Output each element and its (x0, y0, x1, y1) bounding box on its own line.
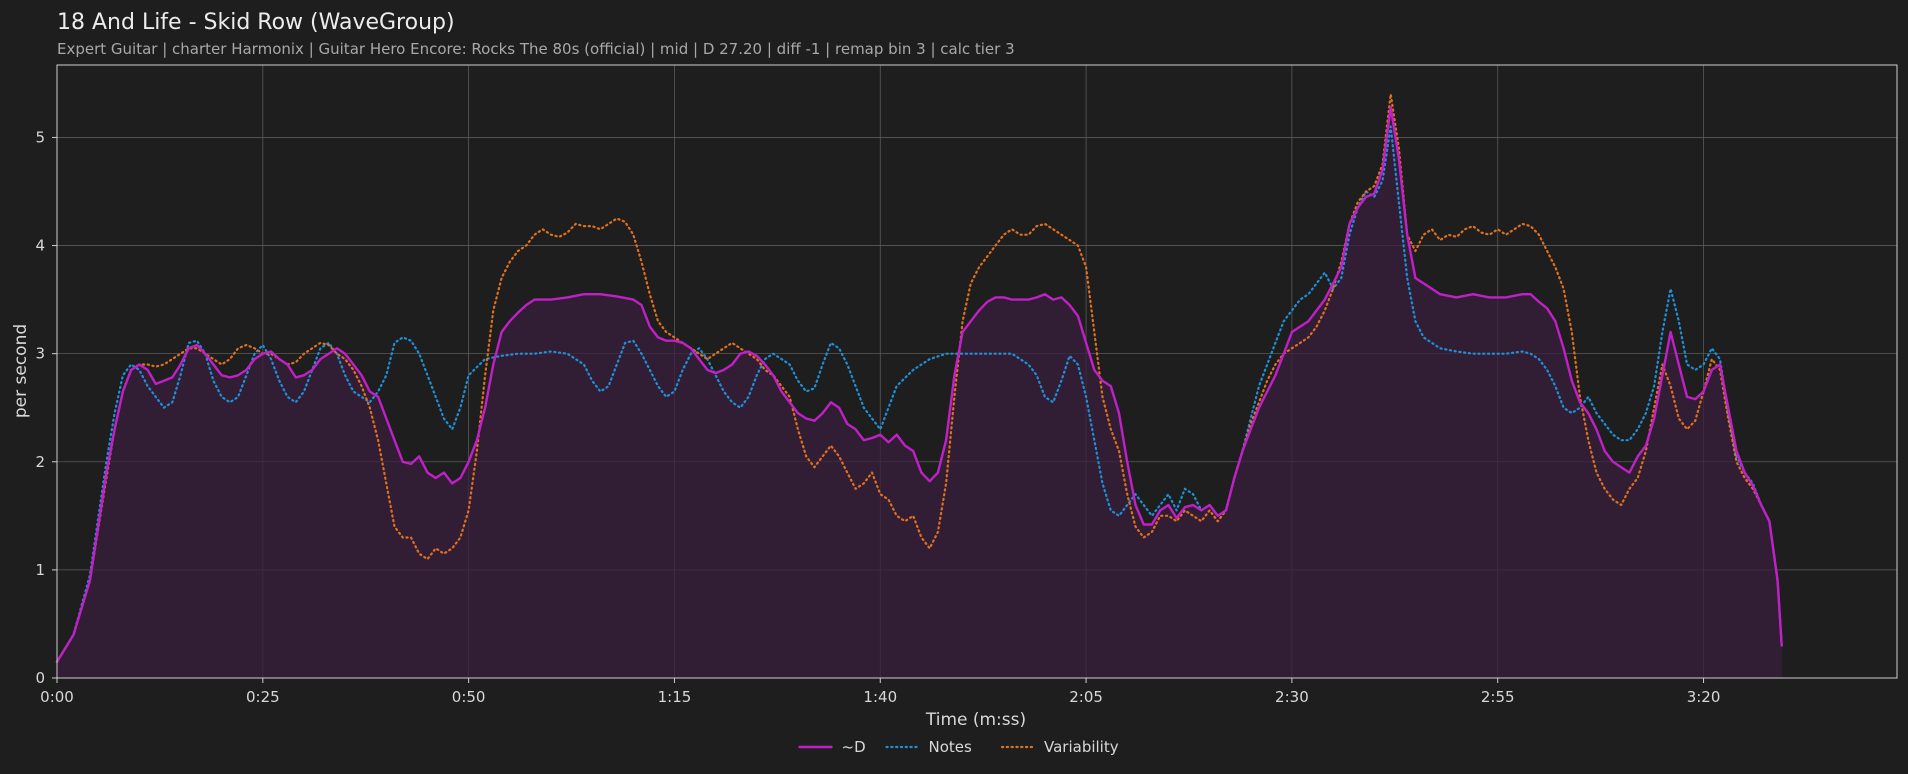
x-tick-label: 0:00 (40, 688, 74, 706)
x-axis-label: Time (m:ss) (925, 710, 1026, 730)
x-tick-label: 1:40 (863, 688, 897, 706)
line-chart: 18 And Life - Skid Row (WaveGroup) Exper… (11, 10, 1898, 756)
legend-label: ~D (842, 738, 866, 756)
x-tick-label: 2:55 (1481, 688, 1515, 706)
y-tick-label: 5 (35, 128, 45, 146)
x-tick-label: 2:30 (1275, 688, 1309, 706)
legend-label: Variability (1044, 738, 1119, 756)
x-tick-label: 2:05 (1069, 688, 1103, 706)
chart-title: 18 And Life - Skid Row (WaveGroup) (57, 10, 455, 35)
y-tick-label: 4 (35, 237, 45, 255)
y-tick-label: 3 (35, 345, 45, 363)
chart-subtitle: Expert Guitar | charter Harmonix | Guita… (57, 40, 1015, 58)
x-tick-label: 1:15 (658, 688, 692, 706)
x-tick-label: 0:50 (452, 688, 486, 706)
y-axis-label: per second (11, 324, 31, 418)
y-tick-label: 2 (35, 453, 45, 471)
legend: ~D Notes Variability (798, 738, 1119, 756)
x-tick-label: 3:20 (1687, 688, 1721, 706)
legend-label: Notes (929, 738, 973, 756)
x-axis-ticks: 0:00 0:25 0:50 1:15 1:40 2:05 2:30 2:55 3:20 (40, 678, 1720, 706)
x-tick-label: 0:25 (246, 688, 280, 706)
y-tick-label: 0 (35, 669, 45, 687)
y-tick-label: 1 (35, 561, 45, 579)
y-axis-ticks: 0 1 2 3 4 5 (35, 128, 57, 687)
